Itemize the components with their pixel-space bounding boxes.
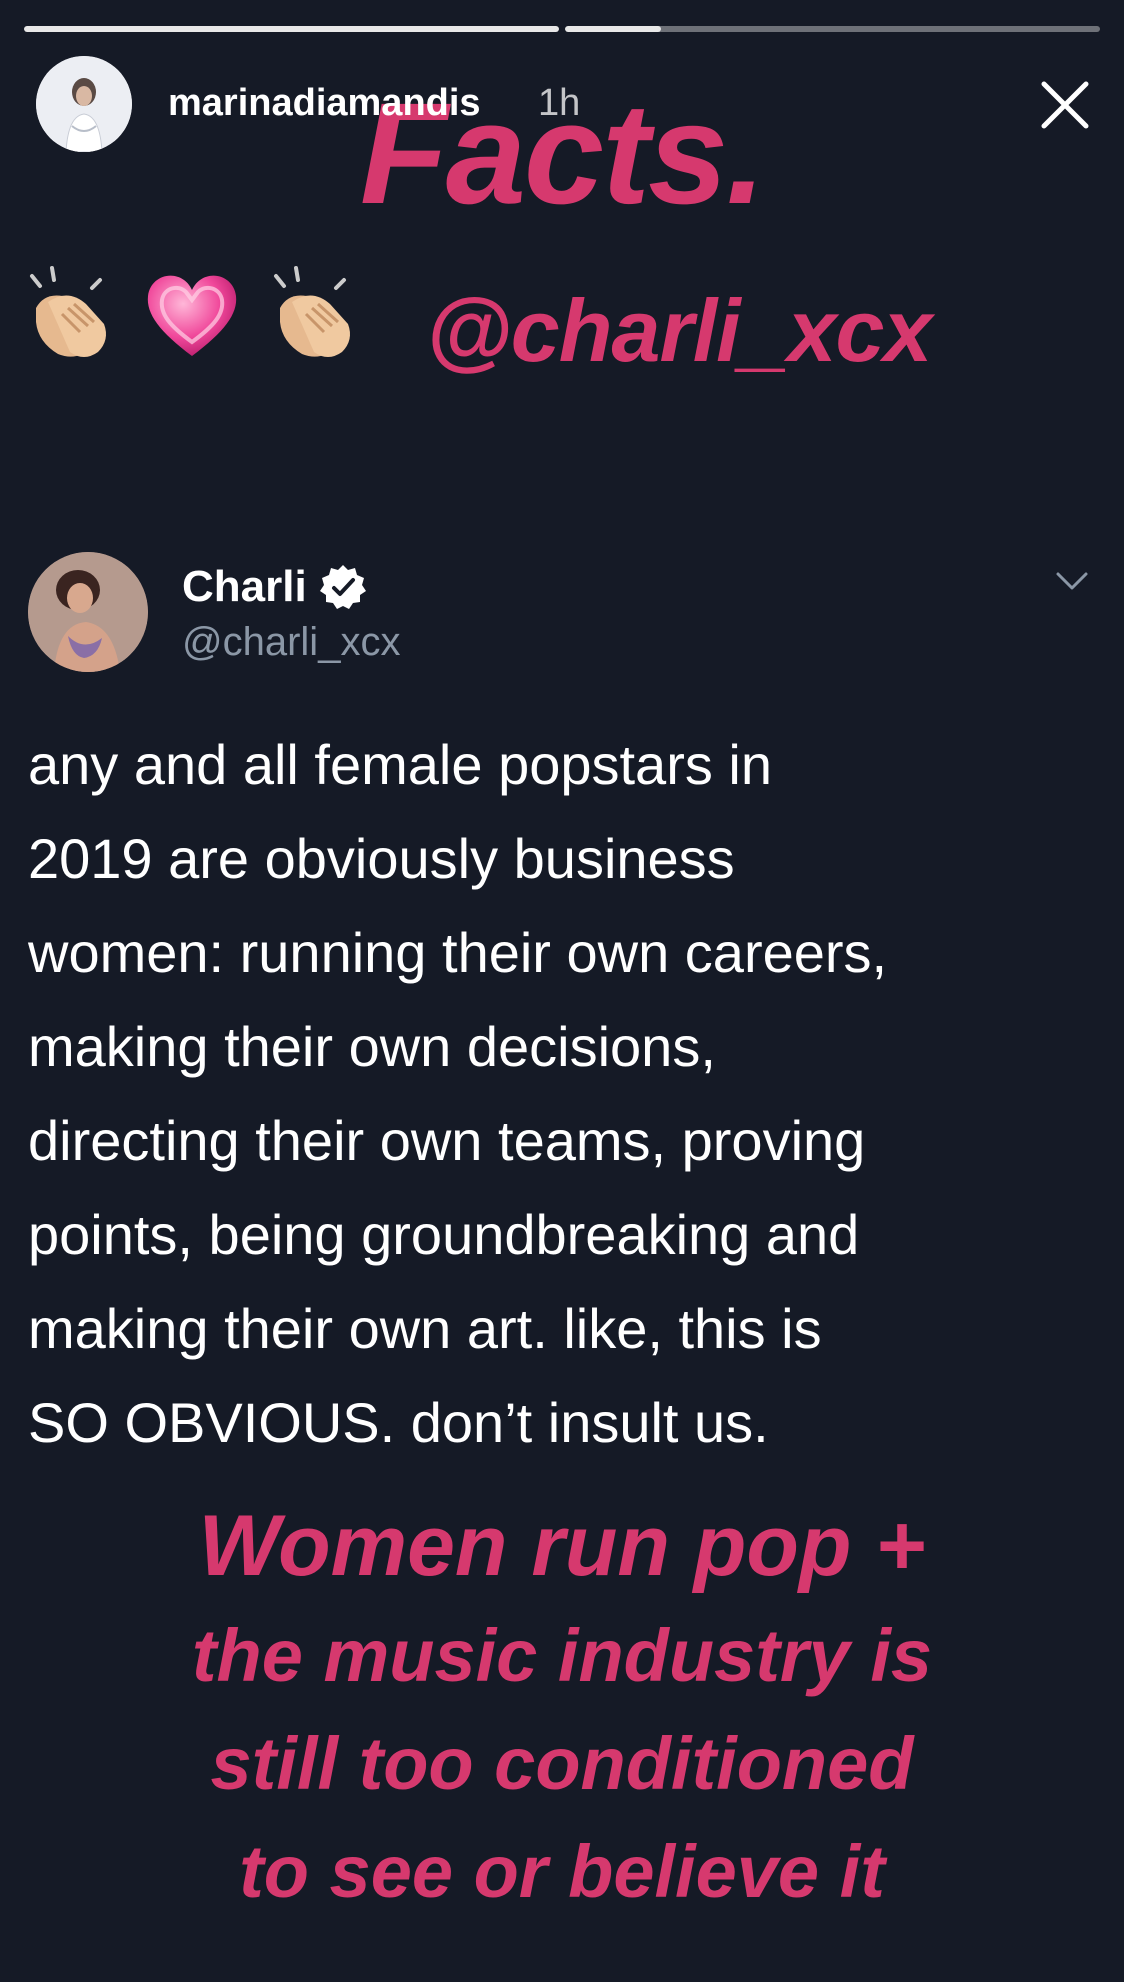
tweet-author-handle: @charli_xcx xyxy=(182,620,401,664)
story-progress-bar xyxy=(24,26,1100,32)
avatar[interactable] xyxy=(36,56,132,152)
caption-line: the music industry is xyxy=(191,1614,933,1697)
caption-sticker: Women run pop + the music industry is st… xyxy=(0,1490,1124,1926)
mention-sticker[interactable]: @charli_xcx xyxy=(426,280,932,382)
clapping-hands-icon xyxy=(30,266,106,357)
story-username[interactable]: marinadiamandis xyxy=(168,82,481,125)
story-timestamp: 1h xyxy=(538,82,581,124)
progress-segment xyxy=(565,26,1100,32)
tweet-author-label: Charli xyxy=(182,562,307,611)
caption-line: to see or believe it xyxy=(239,1830,885,1913)
pink-heart-icon xyxy=(147,275,237,356)
tweet-profile-photo-icon xyxy=(28,552,148,672)
story-header: marinadiamandis 1h xyxy=(36,56,1100,152)
close-icon xyxy=(1041,81,1089,129)
caption-line: Women run pop + xyxy=(198,1498,926,1594)
tweet-author-name: Charli xyxy=(182,562,367,612)
tweet-body: any and all female popstars in 2019 are … xyxy=(28,733,888,1454)
emoji-sticker-row xyxy=(18,262,366,366)
caption-line: still too conditioned xyxy=(210,1722,914,1805)
profile-photo-icon xyxy=(36,56,132,152)
chevron-down-icon xyxy=(1056,572,1088,590)
instagram-story[interactable]: Facts. marinadiamandis 1h @charli_xcx Ch… xyxy=(0,0,1124,1982)
clapping-hands-icon xyxy=(274,266,350,357)
progress-segment xyxy=(24,26,559,32)
verified-badge-icon xyxy=(319,565,366,609)
close-button[interactable] xyxy=(1030,70,1100,140)
avatar xyxy=(28,552,148,672)
